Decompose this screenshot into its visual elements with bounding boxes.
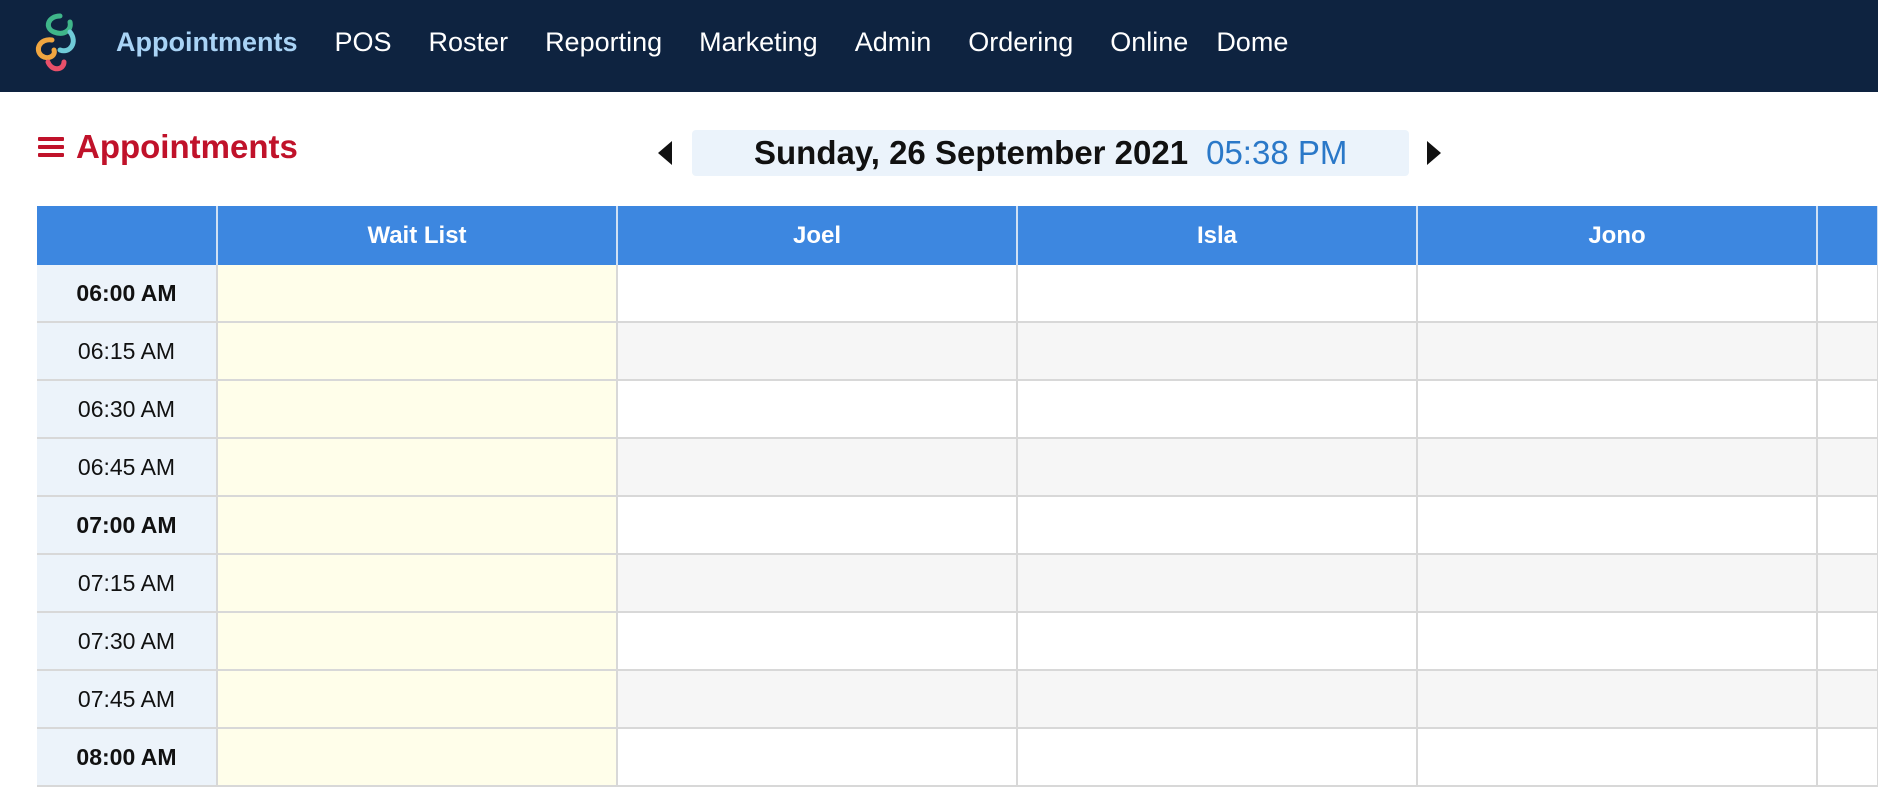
appointment-cell-jono[interactable] — [1417, 728, 1818, 787]
swirl-logo-icon[interactable] — [30, 10, 82, 74]
waitlist-cell[interactable] — [217, 322, 618, 381]
time-slot-label: 07:15 AM — [37, 554, 218, 613]
appointment-cell-jono[interactable] — [1417, 438, 1818, 497]
time-slot-label: 07:45 AM — [37, 670, 218, 729]
appointment-cell-joel[interactable] — [617, 728, 1018, 787]
waitlist-cell[interactable] — [217, 438, 618, 497]
waitlist-cell[interactable] — [217, 554, 618, 613]
nav-item-admin[interactable]: Admin — [855, 27, 932, 58]
appointment-cell-isla[interactable] — [1017, 554, 1418, 613]
appointment-cell-joel[interactable] — [617, 438, 1018, 497]
nav-item-ordering[interactable]: Ordering — [968, 27, 1073, 58]
appointment-cell-isla[interactable] — [1017, 265, 1418, 323]
appointment-cell-isla[interactable] — [1017, 670, 1418, 729]
appointment-cell-joel[interactable] — [617, 670, 1018, 729]
grid-row: 06:30 AM — [37, 380, 1878, 439]
date-display[interactable]: Sunday, 26 September 2021 05:38 PM — [692, 130, 1410, 176]
appointment-cell-joel[interactable] — [617, 496, 1018, 555]
time-slot-label: 06:45 AM — [37, 438, 218, 497]
grid-header-waitlist[interactable]: Wait List — [217, 206, 618, 265]
page-title-text: Appointments — [76, 128, 298, 165]
grid-row: 07:45 AM — [37, 670, 1878, 729]
appointment-cell-next[interactable] — [1817, 380, 1878, 439]
appointment-cell-isla[interactable] — [1017, 322, 1418, 381]
grid-row: 07:30 AM — [37, 612, 1878, 671]
grid-header-time — [37, 206, 218, 265]
appointment-cell-isla[interactable] — [1017, 496, 1418, 555]
appointment-cell-next[interactable] — [1817, 670, 1878, 729]
appointment-cell-joel[interactable] — [617, 612, 1018, 671]
hamburger-icon[interactable] — [38, 137, 64, 157]
grid-header-row: Wait List Joel Isla Jono — [37, 206, 1878, 265]
grid-header-isla[interactable]: Isla — [1017, 206, 1418, 265]
appointment-cell-jono[interactable] — [1417, 554, 1818, 613]
nav-item-roster[interactable]: Roster — [429, 27, 509, 58]
grid-row: 07:15 AM — [37, 554, 1878, 613]
appointment-cell-next[interactable] — [1817, 728, 1878, 787]
appointment-cell-joel[interactable] — [617, 265, 1018, 323]
grid-row: 06:15 AM — [37, 322, 1878, 381]
appointment-cell-next[interactable] — [1817, 554, 1878, 613]
appointment-cell-next[interactable] — [1817, 438, 1878, 497]
date-navigator: Sunday, 26 September 2021 05:38 PM — [658, 130, 1442, 176]
triangle-right-icon[interactable] — [1427, 141, 1442, 165]
main-nav: Appointments POS Roster Reporting Market… — [116, 0, 1325, 84]
nav-item-online[interactable]: Online — [1110, 27, 1188, 58]
appointment-cell-jono[interactable] — [1417, 670, 1818, 729]
grid-row: 08:00 AM — [37, 728, 1878, 787]
waitlist-cell[interactable] — [217, 612, 618, 671]
waitlist-cell[interactable] — [217, 670, 618, 729]
nav-item-dome[interactable]: Dome — [1216, 27, 1288, 58]
top-navigation-bar: Appointments POS Roster Reporting Market… — [0, 0, 1878, 92]
nav-item-appointments[interactable]: Appointments — [116, 27, 298, 58]
current-date: Sunday, 26 September 2021 — [754, 134, 1189, 171]
appointment-cell-jono[interactable] — [1417, 265, 1818, 323]
appointment-cell-joel[interactable] — [617, 322, 1018, 381]
appointment-cell-joel[interactable] — [617, 380, 1018, 439]
current-time: 05:38 PM — [1206, 134, 1348, 171]
triangle-left-icon[interactable] — [658, 141, 672, 165]
appointment-cell-joel[interactable] — [617, 554, 1018, 613]
waitlist-cell[interactable] — [217, 265, 618, 323]
nav-item-pos[interactable]: POS — [335, 27, 392, 58]
grid-header-jono[interactable]: Jono — [1417, 206, 1818, 265]
appointment-cell-next[interactable] — [1817, 496, 1878, 555]
appointment-cell-jono[interactable] — [1417, 322, 1818, 381]
appointment-cell-next[interactable] — [1817, 322, 1878, 381]
appointment-grid: Wait List Joel Isla Jono 06:00 AM 06:15 … — [37, 206, 1878, 787]
waitlist-cell[interactable] — [217, 728, 618, 787]
appointment-cell-jono[interactable] — [1417, 496, 1818, 555]
time-slot-label: 08:00 AM — [37, 728, 218, 787]
appointment-cell-isla[interactable] — [1017, 728, 1418, 787]
grid-row: 07:00 AM — [37, 496, 1878, 555]
grid-header-joel[interactable]: Joel — [617, 206, 1018, 265]
page-title: Appointments — [38, 128, 298, 166]
time-slot-label: 07:30 AM — [37, 612, 218, 671]
time-slot-label: 07:00 AM — [37, 496, 218, 555]
waitlist-cell[interactable] — [217, 496, 618, 555]
appointment-cell-next[interactable] — [1817, 265, 1878, 323]
grid-row: 06:00 AM — [37, 265, 1878, 323]
waitlist-cell[interactable] — [217, 380, 618, 439]
appointment-cell-jono[interactable] — [1417, 380, 1818, 439]
nav-item-marketing[interactable]: Marketing — [699, 27, 818, 58]
appointment-cell-jono[interactable] — [1417, 612, 1818, 671]
appointment-cell-isla[interactable] — [1017, 612, 1418, 671]
appointment-cell-isla[interactable] — [1017, 438, 1418, 497]
nav-item-reporting[interactable]: Reporting — [545, 27, 662, 58]
grid-row: 06:45 AM — [37, 438, 1878, 497]
time-slot-label: 06:15 AM — [37, 322, 218, 381]
time-slot-label: 06:00 AM — [37, 265, 218, 323]
time-slot-label: 06:30 AM — [37, 380, 218, 439]
appointment-cell-next[interactable] — [1817, 612, 1878, 671]
appointment-cell-isla[interactable] — [1017, 380, 1418, 439]
grid-header-next[interactable] — [1817, 206, 1878, 265]
